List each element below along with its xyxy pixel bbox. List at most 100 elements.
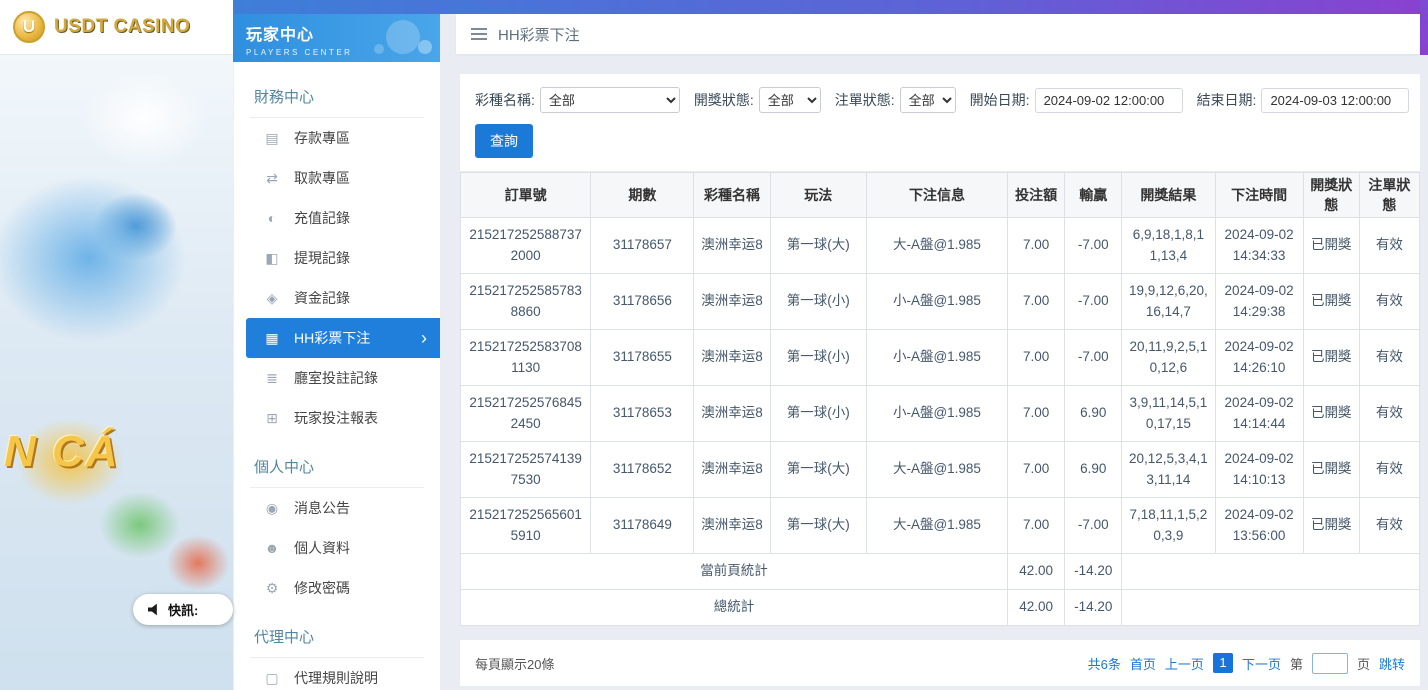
summary-winloss-cell: -14.20 — [1065, 554, 1122, 590]
table-cell: 2024-09-02 14:34:33 — [1215, 218, 1303, 274]
summary-empty-cell — [1122, 590, 1420, 626]
sidebar-item-label: 個人資料 — [294, 538, 350, 558]
column-header: 期數 — [591, 173, 694, 218]
total-summary-row: 總統計42.00-14.20 — [461, 590, 1420, 626]
bell-icon: ◉ — [264, 500, 280, 517]
table-cell: 7.00 — [1008, 274, 1065, 330]
column-header: 訂單號 — [461, 173, 591, 218]
sidebar-item-label: 修改密碼 — [294, 578, 350, 598]
table-cell: 19,9,12,6,20,16,14,7 — [1122, 274, 1215, 330]
sidebar-item-room-bet-records[interactable]: ≣廳室投註記錄 — [234, 358, 440, 398]
table-cell: 已開獎 — [1303, 218, 1359, 274]
sidebar-item-profile[interactable]: ☻ 個人資料 — [234, 528, 440, 568]
table-cell: 2152172525837081130 — [461, 330, 591, 386]
table-cell: 第一球(大) — [770, 498, 866, 554]
prev-page-link[interactable]: 上一页 — [1165, 654, 1204, 673]
search-button[interactable]: 查詢 — [475, 124, 533, 158]
start-date-label: 開始日期: — [970, 90, 1030, 110]
sidebar-item-deposit[interactable]: ▤存款專區 — [234, 118, 440, 158]
news-ticker[interactable]: 快訊: — [133, 594, 233, 625]
user-icon: ☻ — [264, 540, 280, 556]
sidebar-item-label: 提現記錄 — [294, 248, 350, 268]
current-page-indicator[interactable]: 1 — [1213, 653, 1233, 673]
sidebar-item-label: 取款專區 — [294, 168, 350, 188]
sidebar-item-label: 玩家投注報表 — [294, 408, 378, 428]
table-cell: 有效 — [1359, 386, 1419, 442]
sidebar-section-agent: 代理中心 — [250, 616, 424, 658]
sidebar-section-finance: 財務中心 — [250, 76, 424, 118]
table-cell: 2152172525768452450 — [461, 386, 591, 442]
table-cell: 2024-09-02 14:29:38 — [1215, 274, 1303, 330]
draw-status-select[interactable]: 全部 — [759, 87, 821, 113]
end-date-label: 結束日期: — [1197, 90, 1257, 110]
table-cell: 小-A盤@1.985 — [866, 274, 1007, 330]
sidebar-section-personal: 個人中心 — [250, 446, 424, 488]
table-cell: 2152172525741397530 — [461, 442, 591, 498]
table-cell: 20,12,5,3,4,13,11,14 — [1122, 442, 1215, 498]
table-cell: 2024-09-02 13:56:00 — [1215, 498, 1303, 554]
column-header: 玩法 — [770, 173, 866, 218]
table-cell: 2024-09-02 14:26:10 — [1215, 330, 1303, 386]
lottery-bets-icon: ▦ — [264, 330, 280, 347]
summary-bet-cell: 42.00 — [1008, 554, 1065, 590]
first-page-link[interactable]: 首页 — [1130, 654, 1156, 673]
sidebar-item-label: HH彩票下注 — [294, 328, 370, 348]
column-header: 彩種名稱 — [694, 173, 770, 218]
lottery-name-select[interactable]: 全部 — [540, 87, 680, 113]
sidebar-item-hh-lottery-bets[interactable]: ▦HH彩票下注› — [246, 318, 440, 358]
table-cell: 小-A盤@1.985 — [866, 330, 1007, 386]
menu-toggle-icon[interactable] — [471, 28, 487, 40]
top-banner-gradient — [233, 0, 1428, 14]
ticker-label: 快訊: — [168, 600, 198, 619]
sidebar-item-label: 消息公告 — [294, 498, 350, 518]
funds-record-icon: ◈ — [264, 290, 280, 307]
table-cell: 大-A盤@1.985 — [866, 218, 1007, 274]
order-status-select[interactable]: 全部 — [900, 87, 956, 113]
summary-label-cell: 當前頁統計 — [461, 554, 1008, 590]
column-header: 投注額 — [1008, 173, 1065, 218]
table-cell: 第一球(小) — [770, 330, 866, 386]
sidebar-item-label: 充值記錄 — [294, 208, 350, 228]
total-count-label: 共6条 — [1088, 654, 1121, 673]
sidebar-item-player-bet-report[interactable]: ⊞ 玩家投注報表 — [234, 398, 440, 438]
table-cell: 澳洲幸运8 — [694, 386, 770, 442]
table-cell: 有效 — [1359, 330, 1419, 386]
page-jump-input[interactable] — [1312, 653, 1348, 674]
table-cell: 2024-09-02 14:14:44 — [1215, 386, 1303, 442]
promo-overlay-text: N CÁ — [4, 427, 120, 477]
table-row: 215217252588737200031178657澳洲幸运8第一球(大)大-… — [461, 218, 1420, 274]
sidebar-header: 玩家中心 PLAYERS CENTER — [233, 14, 440, 62]
bet-table-head-row: 訂單號期數彩種名稱玩法下注信息投注額輸贏開獎結果下注時間開獎狀態注單狀態 — [461, 173, 1420, 218]
table-row: 215217252585783886031178656澳洲幸运8第一球(小)小-… — [461, 274, 1420, 330]
table-cell: 大-A盤@1.985 — [866, 498, 1007, 554]
sidebar-item-recharge-records[interactable]: ◐充值記錄 — [234, 198, 440, 238]
sidebar-item-withdraw[interactable]: ⇄取款專區 — [234, 158, 440, 198]
table-cell: 20,11,9,2,5,10,12,6 — [1122, 330, 1215, 386]
content-header: HH彩票下注 — [456, 14, 1420, 54]
bets-table-panel: 訂單號期數彩種名稱玩法下注信息投注額輸贏開獎結果下注時間開獎狀態注單狀態 215… — [460, 172, 1420, 626]
sidebar-item-label: 廳室投註記錄 — [294, 368, 378, 388]
table-cell: 第一球(大) — [770, 218, 866, 274]
table-cell: 已開獎 — [1303, 330, 1359, 386]
bet-report-icon: ⊞ — [264, 410, 280, 427]
table-cell: 已開獎 — [1303, 498, 1359, 554]
table-cell: 31178653 — [591, 386, 694, 442]
sidebar-item-announcements[interactable]: ◉ 消息公告 — [234, 488, 440, 528]
next-page-link[interactable]: 下一页 — [1242, 654, 1281, 673]
table-row: 215217252574139753031178652澳洲幸运8第一球(大)大-… — [461, 442, 1420, 498]
jump-button[interactable]: 跳转 — [1379, 654, 1405, 673]
sidebar-item-change-password[interactable]: ⚙修改密碼 — [234, 568, 440, 608]
sidebar-item-withdrawal-records[interactable]: ◧提現記錄 — [234, 238, 440, 278]
filter-panel: 彩種名稱: 全部 開獎狀態: 全部 注單狀態: 全部 開始日期: 結束日期: 查… — [460, 74, 1420, 171]
sidebar-item-funds-records[interactable]: ◈資金記錄 — [234, 278, 440, 318]
end-date-input[interactable] — [1261, 88, 1409, 113]
table-cell: 第一球(小) — [770, 274, 866, 330]
sidebar-item-agent-rules[interactable]: ▢代理規則說明 — [234, 658, 440, 690]
table-cell: 31178649 — [591, 498, 694, 554]
bubbles-decoration — [362, 18, 432, 58]
per-page-label: 每頁顯示20條 — [475, 654, 554, 673]
start-date-input[interactable] — [1035, 88, 1183, 113]
table-cell: 31178655 — [591, 330, 694, 386]
bet-table-body: 215217252588737200031178657澳洲幸运8第一球(大)大-… — [461, 218, 1420, 626]
table-cell: 2152172525887372000 — [461, 218, 591, 274]
